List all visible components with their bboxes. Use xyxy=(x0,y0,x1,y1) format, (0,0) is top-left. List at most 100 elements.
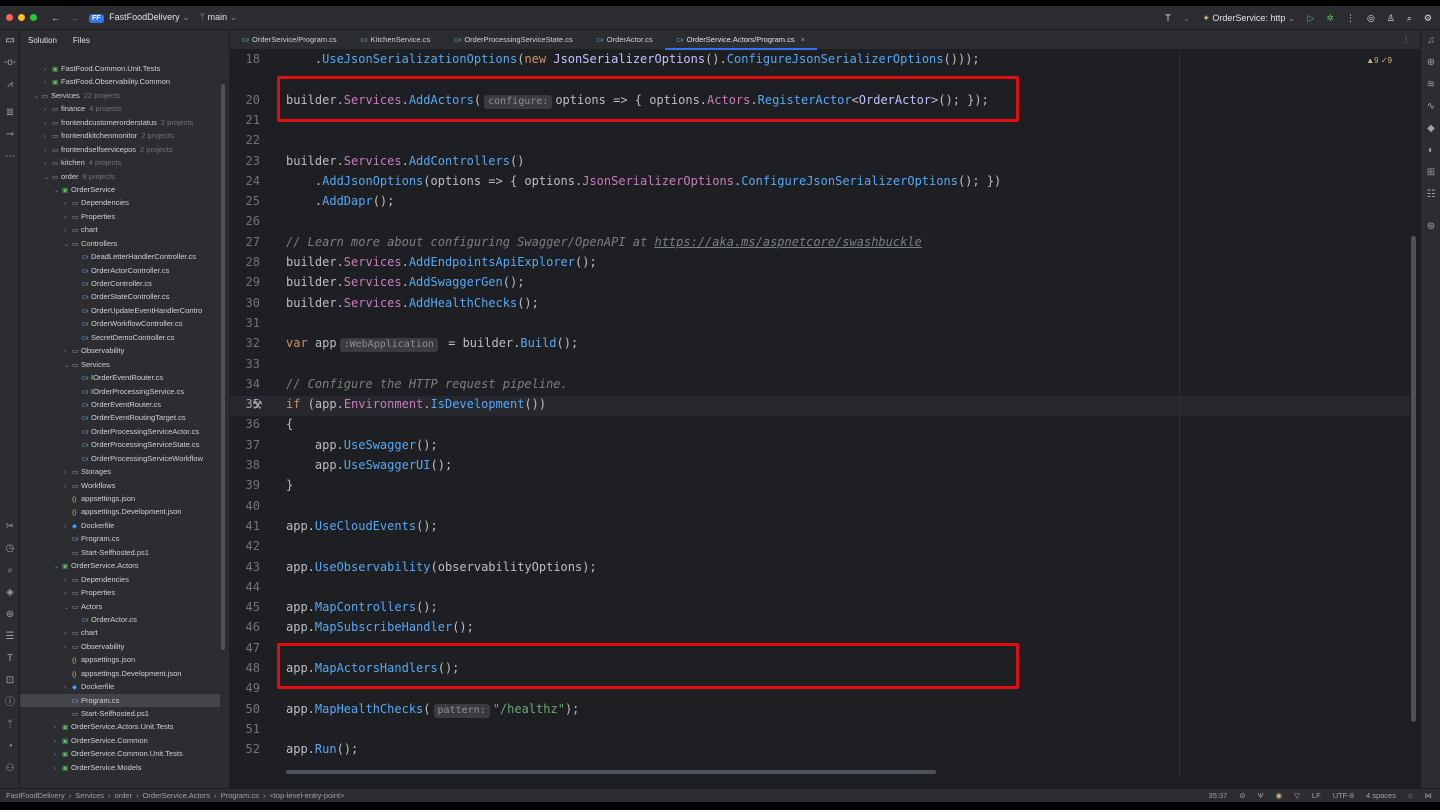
code-line[interactable]: var app:WebApplication = builder.Build()… xyxy=(286,336,578,353)
code-line[interactable]: .AddDapr(); xyxy=(286,194,395,208)
tree-item[interactable]: C# OrderWorkflowController.cs xyxy=(20,317,220,330)
tree-item[interactable]: C# OrderProcessingServiceActor.cs xyxy=(20,425,220,438)
inspection-widget[interactable]: ▲9 ✓9 xyxy=(1366,56,1392,65)
breadcrumb-item[interactable]: order xyxy=(115,791,133,800)
tree-item[interactable]: ⌄ ▭ Services xyxy=(20,358,220,371)
tree-item[interactable]: C# OrderProcessingServiceState.cs xyxy=(20,438,220,451)
notifications-tool-icon[interactable]: ⚇ xyxy=(3,762,17,776)
code-line[interactable]: app.MapSubscribeHandler(); xyxy=(286,620,474,634)
breadcrumb-item[interactable]: Services xyxy=(75,791,104,800)
code-line[interactable]: } xyxy=(286,478,293,492)
editor-tab[interactable]: C# OrderService.Actors/Program.cs × xyxy=(664,30,818,50)
structure-tool-icon[interactable]: ⩘ xyxy=(3,78,17,92)
editor-tab[interactable]: C# OrderActor.cs xyxy=(585,30,665,50)
editor-vertical-scrollbar[interactable] xyxy=(1411,236,1416,722)
find-tool-icon[interactable]: ⌕ xyxy=(3,564,17,578)
tree-item[interactable]: › ▭ Properties xyxy=(20,210,220,223)
code-line[interactable]: builder.Services.AddSwaggerGen(); xyxy=(286,275,524,289)
editor-tab[interactable]: C# KitchenService.cs xyxy=(349,30,443,50)
performance-icon[interactable]: ∿ xyxy=(1424,100,1438,114)
chevron-down-icon[interactable]: ⌄ xyxy=(1183,13,1191,24)
tree-item[interactable]: › ▭ frontendcustomerorderstatus 2 projects xyxy=(20,116,220,129)
code-line[interactable]: app.UseCloudEvents(); xyxy=(286,519,438,533)
code-line[interactable]: .UseJsonSerializationOptions(new JsonSer… xyxy=(286,52,980,66)
tree-item[interactable]: ⌄ ▣ OrderService xyxy=(20,183,220,196)
breadcrumb-item[interactable]: FastFoodDelivery xyxy=(6,791,65,800)
solution-panel-scrollbar[interactable] xyxy=(221,84,225,650)
endpoints-tool-icon[interactable]: ⊸ xyxy=(3,128,17,142)
tree-item[interactable]: › ▭ Observability xyxy=(20,640,220,653)
tree-item[interactable]: ⌄ ▭ Controllers xyxy=(20,237,220,250)
tree-item[interactable]: C# OrderController.cs xyxy=(20,277,220,290)
console-tool-icon[interactable]: ⊡ xyxy=(3,674,17,688)
vcs-status-icon[interactable]: ⊘ xyxy=(1239,791,1245,800)
tree-item[interactable]: › ▭ chart xyxy=(20,626,220,639)
chevron-right-icon[interactable]: › xyxy=(54,763,62,776)
notifications-bell-icon[interactable]: ♫ xyxy=(1424,34,1438,48)
tree-item[interactable]: › ◆ Dockerfile xyxy=(20,680,220,693)
tree-item[interactable]: › ◆ Dockerfile xyxy=(20,519,220,532)
inspection-status-icon[interactable]: ◉ xyxy=(1276,791,1283,800)
tree-item[interactable]: C# OrderUpdateEventHandlerContro xyxy=(20,304,220,317)
indent-setting[interactable]: 4 spaces xyxy=(1366,791,1396,800)
tree-item[interactable]: C# IOrderProcessingService.cs xyxy=(20,385,220,398)
run-icon[interactable]: ▷ xyxy=(1307,13,1314,24)
tree-item[interactable]: › ▭ Dependencies xyxy=(20,573,220,586)
tree-item[interactable]: › ▭ Dependencies xyxy=(20,196,220,209)
tree-item[interactable]: ⌄ ▣ OrderService.Actors xyxy=(20,559,220,572)
tab-solution[interactable]: Solution xyxy=(28,36,57,45)
readonly-toggle-icon[interactable]: ▽ xyxy=(1294,791,1300,800)
tree-item[interactable]: {} appsettings.Development.json xyxy=(20,667,220,680)
tree-item[interactable]: {} appsettings.json xyxy=(20,492,220,505)
tree-item[interactable]: C# OrderActor.cs xyxy=(20,613,220,626)
caret-position[interactable]: 35:37 xyxy=(1209,791,1228,800)
tree-item[interactable]: › ▣ OrderService.Models xyxy=(20,761,220,774)
database-icon[interactable]: ≋ xyxy=(1424,78,1438,92)
tree-item[interactable]: › ▭ Observability xyxy=(20,344,220,357)
services-tool-icon[interactable]: ◷ xyxy=(3,542,17,556)
tree-item[interactable]: ⌄ ▭ Actors xyxy=(20,600,220,613)
tree-item[interactable]: › ▭ Properties xyxy=(20,586,220,599)
tree-item[interactable]: › ▭ Storages xyxy=(20,465,220,478)
editor-horizontal-scrollbar[interactable] xyxy=(286,770,936,774)
close-tab-icon[interactable]: × xyxy=(801,35,805,44)
close-window-button[interactable] xyxy=(6,14,13,21)
tree-item[interactable]: C# OrderActorController.cs xyxy=(20,264,220,277)
profiler-tool-icon[interactable]: ◔ xyxy=(3,740,17,754)
tree-item[interactable]: C# OrderProcessingServiceWorkflow xyxy=(20,452,220,465)
breadcrumb-item[interactable]: <top-level-entry-point> xyxy=(269,791,344,800)
tree-item[interactable]: › ▭ Workflows xyxy=(20,479,220,492)
code-line[interactable]: app.MapActorsHandlers(); xyxy=(286,661,459,675)
tree-item[interactable]: ▭ Start-Selfhosted.ps1 xyxy=(20,707,220,720)
ai-assistant-icon[interactable]: ◎ xyxy=(1367,13,1375,24)
code-line[interactable]: app.Run(); xyxy=(286,742,358,756)
plugins-icon[interactable]: ◆ xyxy=(1424,122,1438,136)
tree-item[interactable]: C# Program.cs xyxy=(20,532,220,545)
code-line[interactable]: // Configure the HTTP request pipeline. xyxy=(286,377,568,391)
ai-chat-icon[interactable]: ⊕ xyxy=(1424,56,1438,70)
zoom-window-button[interactable] xyxy=(30,14,37,21)
forward-arrow-icon[interactable]: → xyxy=(70,13,79,23)
build-tool-icon[interactable]: ✂ xyxy=(3,520,17,534)
code-line[interactable]: .AddJsonOptions(options => { options.Jso… xyxy=(286,174,1001,188)
breadcrumb-item[interactable]: Program.cs xyxy=(221,791,259,800)
tree-item[interactable]: › ▣ OrderService.Actors.Unit.Tests xyxy=(20,720,220,733)
code-line[interactable]: app.UseSwagger(); xyxy=(286,438,438,452)
code-line[interactable]: { xyxy=(286,417,293,431)
code-line[interactable]: app.UseObservability(observabilityOption… xyxy=(286,560,597,574)
file-encoding[interactable]: UTF-8 xyxy=(1333,791,1354,800)
tree-item[interactable]: C# DeadLetterHandlerController.cs xyxy=(20,250,220,263)
learn-icon[interactable]: ☷ xyxy=(1424,188,1438,202)
tree-item[interactable]: › ▭ chart xyxy=(20,223,220,236)
tree-item[interactable]: {} appsettings.json xyxy=(20,653,220,666)
tree-item[interactable]: ⌄ ▭ Services 22 projects xyxy=(20,89,220,102)
code-line[interactable]: if (app.Environment.IsDevelopment()) xyxy=(286,397,546,411)
tree-item[interactable]: C# IOrderEventRouter.cs xyxy=(20,371,220,384)
copilot-icon[interactable]: ◐ xyxy=(1424,144,1438,158)
code-line[interactable]: app.MapHealthChecks(pattern: "/healthz"); xyxy=(286,702,579,718)
account-icon[interactable]: ♙ xyxy=(1387,13,1395,24)
debug-icon[interactable]: ✲ xyxy=(1326,13,1334,24)
tree-item[interactable]: › ▭ frontendkitchenmonitor 2 projects xyxy=(20,129,220,142)
terminal-tool-icon[interactable]: T xyxy=(3,652,17,666)
code-line[interactable]: app.UseSwaggerUI(); xyxy=(286,458,452,472)
